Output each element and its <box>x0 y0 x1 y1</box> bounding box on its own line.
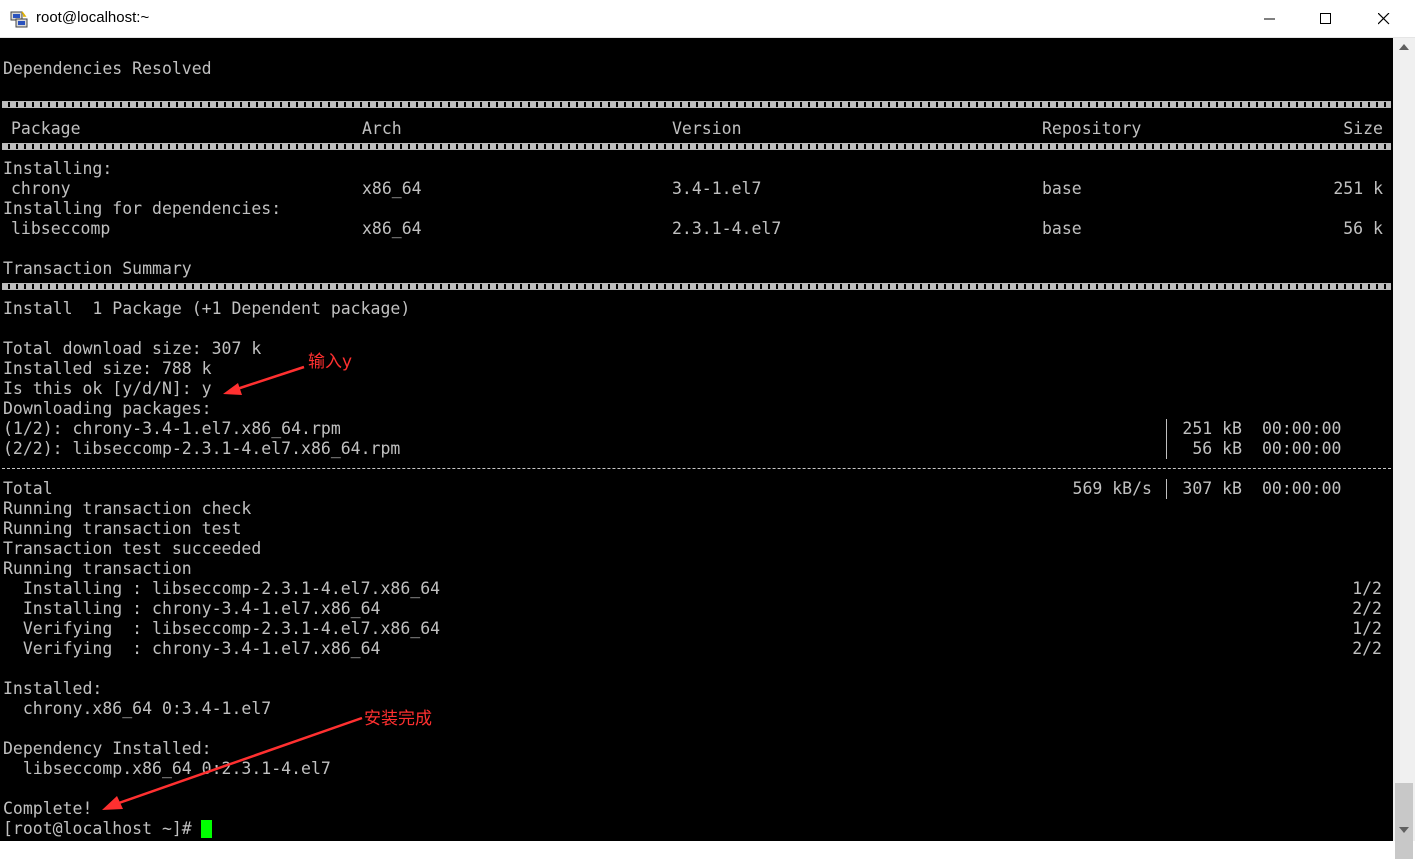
total-size: 307 kB <box>1182 479 1242 498</box>
scroll-up-icon[interactable] <box>1399 44 1409 50</box>
scrollbar-thumb[interactable] <box>1395 783 1413 859</box>
annotation-input-y: 输入y <box>308 352 353 372</box>
maximize-button[interactable] <box>1297 0 1355 38</box>
maximize-icon <box>1320 13 1331 24</box>
row-arch: x86_64 <box>362 179 422 198</box>
step-count: 1/2 <box>1352 579 1382 598</box>
scroll-down-icon[interactable] <box>1399 827 1409 833</box>
double-separator <box>2 283 1391 290</box>
double-separator <box>2 143 1391 150</box>
shell-prompt: [root@localhost ~]# <box>3 819 202 838</box>
total-label: Total <box>3 479 53 498</box>
row-repository: base <box>1042 179 1082 198</box>
download-name: (1/2): chrony-3.4-1.el7.x86_64.rpm <box>3 419 341 438</box>
terminal-output[interactable]: Dependencies Resolved Package Arch Versi… <box>0 38 1393 841</box>
total-time: 00:00:00 <box>1262 479 1342 498</box>
dash-separator <box>2 468 1391 469</box>
total-speed: 569 kB/s <box>1072 479 1152 498</box>
installing-label: Installing: <box>3 159 113 178</box>
column-divider <box>1166 419 1167 459</box>
minimize-button[interactable] <box>1241 0 1299 38</box>
running-test-line: Running transaction test <box>3 519 242 538</box>
complete-line: Complete! <box>3 799 93 818</box>
row-repository: base <box>1042 219 1082 238</box>
download-time: 00:00:00 <box>1262 439 1342 458</box>
annotation-arrow <box>223 365 305 395</box>
download-size: 251 kB <box>1182 419 1242 438</box>
confirm-prompt-line: Is this ok [y/d/N]: y <box>3 379 212 398</box>
running-transaction-line: Running transaction <box>3 559 192 578</box>
step-count: 2/2 <box>1352 599 1382 618</box>
column-divider <box>1166 479 1167 499</box>
header-arch: Arch <box>362 119 402 138</box>
annotation-install-complete: 安装完成 <box>364 709 432 729</box>
header-size: Size <box>1343 119 1383 138</box>
download-time: 00:00:00 <box>1262 419 1342 438</box>
text-cursor <box>201 820 212 838</box>
row-size: 56 k <box>1343 219 1383 238</box>
header-version: Version <box>672 119 742 138</box>
deps-resolved-line: Dependencies Resolved <box>3 59 212 78</box>
close-button[interactable] <box>1355 0 1413 38</box>
running-check-line: Running transaction check <box>3 499 252 518</box>
downloading-line: Downloading packages: <box>3 399 212 418</box>
vertical-scrollbar[interactable] <box>1393 38 1415 859</box>
annotation-arrow <box>102 716 363 810</box>
total-download-line: Total download size: 307 k <box>3 339 262 358</box>
install-summary-line: Install 1 Package (+1 Dependent package) <box>3 299 411 318</box>
download-name: (2/2): libseccomp-2.3.1-4.el7.x86_64.rpm <box>3 439 401 458</box>
window-title: root@localhost:~ <box>36 9 150 26</box>
installed-label: Installed: <box>3 679 103 698</box>
row-package: chrony <box>11 179 71 198</box>
row-package: libseccomp <box>11 219 111 238</box>
window-titlebar[interactable]: root@localhost:~ <box>0 0 1415 38</box>
installed-size-line: Installed size: 788 k <box>3 359 212 378</box>
step-text: Installing : chrony-3.4-1.el7.x86_64 <box>3 599 381 618</box>
header-repository: Repository <box>1042 119 1142 138</box>
double-separator <box>2 101 1391 108</box>
row-arch: x86_64 <box>362 219 422 238</box>
row-size: 251 k <box>1333 179 1383 198</box>
step-text: Verifying : libseccomp-2.3.1-4.el7.x86_6… <box>3 619 441 638</box>
test-succeeded-line: Transaction test succeeded <box>3 539 262 558</box>
download-size: 56 kB <box>1192 439 1242 458</box>
row-version: 3.4-1.el7 <box>672 179 762 198</box>
installing-deps-label: Installing for dependencies: <box>3 199 282 218</box>
row-version: 2.3.1-4.el7 <box>672 219 782 238</box>
minimize-icon <box>1264 18 1275 20</box>
close-icon <box>1378 13 1390 25</box>
step-text: Verifying : chrony-3.4-1.el7.x86_64 <box>3 639 381 658</box>
header-package: Package <box>11 119 81 138</box>
step-count: 1/2 <box>1352 619 1382 638</box>
putty-icon <box>10 10 28 28</box>
transaction-summary-line: Transaction Summary <box>3 259 192 278</box>
step-text: Installing : libseccomp-2.3.1-4.el7.x86_… <box>3 579 441 598</box>
step-count: 2/2 <box>1352 639 1382 658</box>
